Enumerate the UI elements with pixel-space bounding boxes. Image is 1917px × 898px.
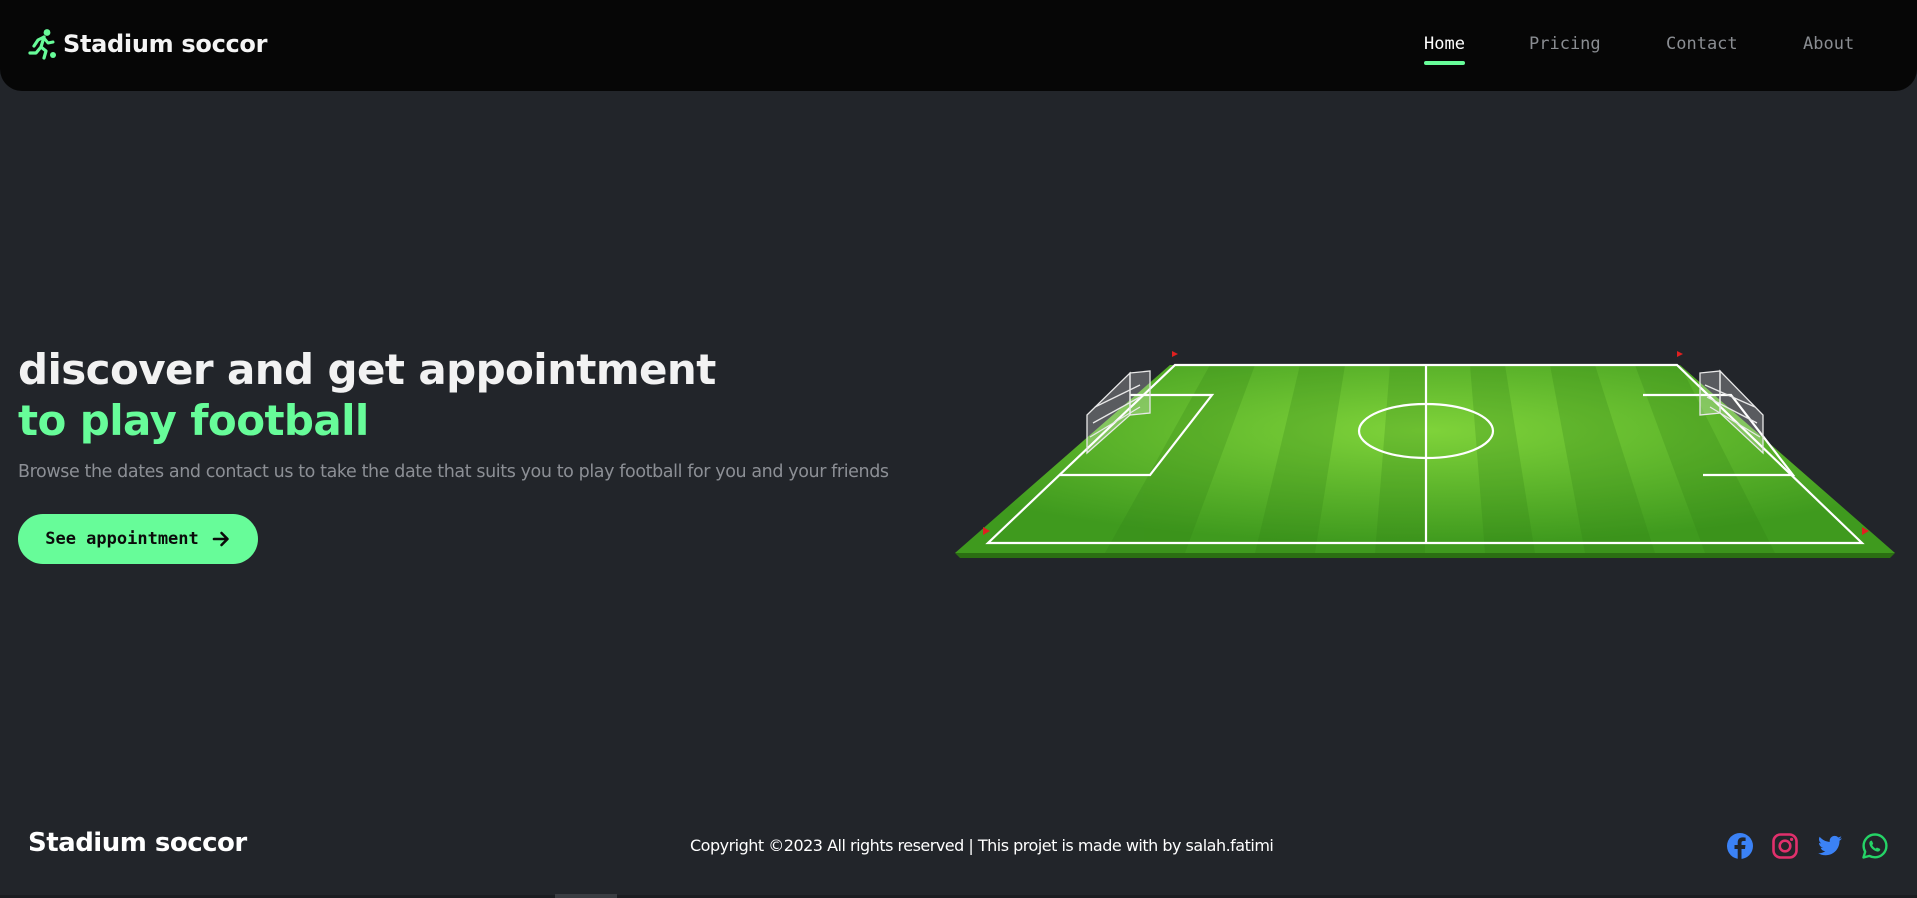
whatsapp-icon	[1862, 833, 1888, 859]
nav-home-label: Home	[1424, 34, 1465, 54]
hero-title-line2: to play football	[18, 396, 369, 445]
soccer-pitch-illustration	[955, 351, 1895, 558]
navbar: Stadium soccor Home Pricing Contact Abou…	[0, 0, 1917, 91]
whatsapp-link[interactable]	[1861, 832, 1889, 860]
nav-contact[interactable]: Contact	[1666, 34, 1738, 54]
nav-pricing[interactable]: Pricing	[1529, 34, 1601, 54]
nav-about[interactable]: About	[1803, 34, 1854, 54]
horizontal-scrollbar-thumb[interactable]	[555, 894, 617, 898]
hero-title-line1: discover and get appointment	[18, 345, 716, 394]
hero-title: discover and get appointment to play foo…	[18, 344, 716, 446]
nav-about-label: About	[1803, 34, 1855, 54]
twitter-link[interactable]	[1816, 832, 1844, 860]
hero-description: Browse the dates and contact us to take …	[18, 462, 889, 482]
nav-active-underline	[1424, 61, 1465, 65]
instagram-link[interactable]	[1771, 832, 1799, 860]
facebook-link[interactable]	[1726, 832, 1754, 860]
nav-home[interactable]: Home	[1424, 34, 1465, 65]
nav-pricing-label: Pricing	[1529, 34, 1601, 54]
twitter-icon	[1818, 835, 1842, 856]
facebook-icon	[1727, 833, 1753, 859]
instagram-icon	[1772, 833, 1798, 859]
main-nav: Home Pricing Contact About	[0, 34, 1917, 74]
see-appointment-label: See appointment	[45, 529, 199, 549]
footer-copyright: Copyright ©2023 All rights reserved | Th…	[690, 836, 1274, 855]
nav-contact-label: Contact	[1666, 34, 1738, 54]
see-appointment-button[interactable]: See appointment	[18, 514, 258, 564]
footer-brand: Stadium soccor	[28, 828, 247, 858]
arrow-right-icon	[212, 531, 229, 547]
